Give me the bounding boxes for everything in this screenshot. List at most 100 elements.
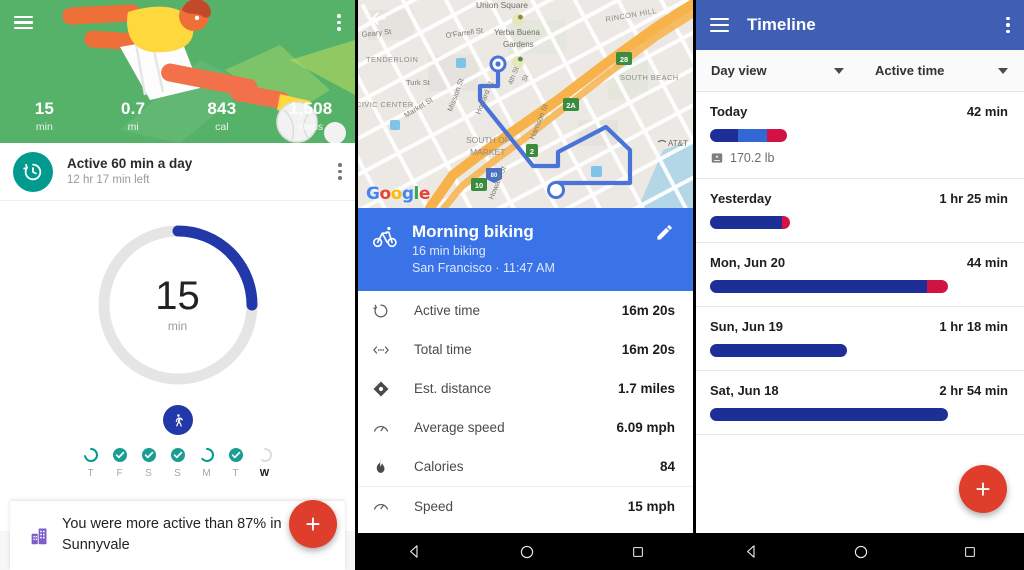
stat-unit: steps (298, 121, 324, 133)
day-dot-0[interactable]: T (76, 447, 105, 480)
goal-text: Active 60 min a day 12 hr 17 min left (53, 155, 338, 188)
day-dot-5[interactable]: T (221, 447, 250, 480)
fit-hero: 15 min 0.7 mi 843 cal 1,508 steps (0, 0, 355, 143)
ring-empty-icon (257, 447, 273, 463)
speedometer-icon (372, 419, 414, 437)
timeline-item-mon-jun-20[interactable]: Mon, Jun 20 44 min (696, 243, 1024, 307)
fit-body: Active 60 min a day 12 hr 17 min left 15… (0, 143, 355, 570)
activity-ring: 15 min (92, 219, 264, 391)
day-dot-3[interactable]: S (163, 447, 192, 480)
timeline-bar-segment (710, 280, 927, 293)
timeline-day: Sun, Jun 19 (710, 319, 783, 334)
stat-row-speed: Speed 15 mph (358, 486, 693, 525)
timeline-weight-value: 170.2 lb (730, 151, 775, 165)
stat-value: 843 (207, 99, 237, 118)
nav-back-triangle-icon[interactable] (406, 543, 423, 560)
chevron-down-icon (998, 67, 1008, 74)
timeline-day: Sat, Jun 18 (710, 383, 779, 398)
route-map[interactable]: 28 2A 2 10 80 Union Square Geary St O'Fa… (358, 0, 693, 208)
arrows-icon (372, 341, 414, 359)
goal-card[interactable]: Active 60 min a day 12 hr 17 min left (0, 143, 355, 201)
flame-icon (372, 458, 414, 475)
timeline-duration: 2 hr 54 min (939, 383, 1008, 398)
svg-text:2A: 2A (566, 101, 576, 110)
timeline-item-sat-jun-18[interactable]: Sat, Jun 18 2 hr 54 min (696, 371, 1024, 435)
check-circle-icon (112, 447, 128, 463)
stat-row-average-speed: Average speed 6.09 mph (358, 408, 693, 447)
nav-recents-square-icon[interactable] (631, 545, 645, 559)
timeline-day: Mon, Jun 20 (710, 255, 786, 270)
svg-text:SOUTH OF: SOUTH OF (466, 135, 510, 145)
route-end-marker (547, 181, 565, 199)
more-vert-icon[interactable] (338, 163, 342, 180)
more-vert-icon[interactable] (337, 14, 341, 31)
city-buildings-icon (22, 525, 56, 546)
timeline-bar-segment (710, 344, 848, 357)
stopwatch-icon (13, 151, 53, 192)
hamburger-icon[interactable] (14, 15, 33, 30)
ring-unit: min (167, 319, 188, 333)
day-view-select[interactable]: Day view (696, 63, 860, 78)
goal-title: Active 60 min a day (67, 156, 193, 171)
more-vert-icon[interactable] (1006, 16, 1010, 34)
stat-row-distance: Est. distance 1.7 miles (358, 369, 693, 408)
timeline-duration: 1 hr 18 min (939, 319, 1008, 334)
day-dot-1[interactable]: F (105, 447, 134, 480)
stat-value: 16m 20s (621, 342, 675, 357)
day-dot-6-current[interactable]: W (250, 447, 279, 480)
nav-home-circle-icon[interactable] (853, 544, 869, 560)
stat-value: 6.09 mph (616, 420, 675, 435)
stat-row-calories: Calories 84 (358, 447, 693, 486)
google-logo: Google (366, 184, 430, 204)
map-canvas: 28 2A 2 10 80 Union Square Geary St O'Fa… (358, 0, 693, 208)
pencil-icon[interactable] (655, 220, 679, 247)
ring-partial-icon (199, 447, 215, 463)
day-label: T (232, 468, 239, 479)
stat-value: 16m 20s (621, 303, 675, 318)
add-activity-fab[interactable]: + (289, 500, 337, 548)
stat-label: Total time (414, 342, 472, 357)
timeline-appbar: Timeline (696, 0, 1024, 50)
timeline-bar-segment (766, 129, 788, 142)
day-label: W (259, 468, 270, 479)
nav-recents-square-icon[interactable] (963, 545, 977, 559)
activity-header: Morning biking 16 min biking San Francis… (358, 208, 693, 291)
timeline-item-today[interactable]: Today 42 min 170.2 lb (696, 92, 1024, 179)
timeline-bar (710, 216, 791, 229)
nav-back-triangle-icon[interactable] (743, 543, 760, 560)
active-time-select[interactable]: Active time (860, 63, 1024, 78)
day-dot-2[interactable]: S (134, 447, 163, 480)
back-arrow-icon[interactable] (368, 8, 394, 34)
day-dot-4[interactable]: M (192, 447, 221, 480)
stat-calories: 843 cal (178, 99, 267, 135)
day-label: M (202, 468, 211, 479)
timeline-bar-segment (710, 408, 949, 421)
stat-value: 1.7 miles (617, 381, 675, 396)
timeline-bar (710, 129, 788, 142)
svg-text:10: 10 (475, 181, 483, 190)
active-time-label: Active time (875, 63, 945, 78)
timeline-item-sun-jun-19[interactable]: Sun, Jun 19 1 hr 18 min (696, 307, 1024, 371)
timeline-item-yesterday[interactable]: Yesterday 1 hr 25 min (696, 179, 1024, 243)
stopwatch-icon (372, 302, 414, 320)
android-navbar (358, 533, 693, 570)
google-fit-home-panel: 15 min 0.7 mi 843 cal 1,508 steps Active… (0, 0, 355, 570)
nav-home-circle-icon[interactable] (519, 544, 535, 560)
timeline-item-head: Sat, Jun 18 2 hr 54 min (710, 383, 1008, 398)
stat-steps: 1,508 steps (266, 99, 355, 135)
timeline-item-head: Today 42 min (710, 104, 1008, 119)
add-timeline-entry-fab[interactable]: + (959, 465, 1007, 513)
stat-label: Calories (414, 459, 464, 474)
stat-unit: cal (215, 121, 229, 133)
ring-value: 15 (155, 274, 200, 318)
bicycle-icon (372, 220, 412, 255)
svg-text:TENDERLOIN: TENDERLOIN (366, 55, 418, 64)
day-view-label: Day view (711, 63, 767, 78)
stat-row-active-time: Active time 16m 20s (358, 291, 693, 330)
stat-value: 84 (659, 459, 675, 474)
activity-title: Morning biking (412, 222, 534, 241)
walking-person-icon[interactable] (162, 405, 193, 435)
android-navbar (696, 533, 1024, 570)
hamburger-icon[interactable] (710, 18, 729, 32)
timeline-duration: 1 hr 25 min (939, 191, 1008, 206)
